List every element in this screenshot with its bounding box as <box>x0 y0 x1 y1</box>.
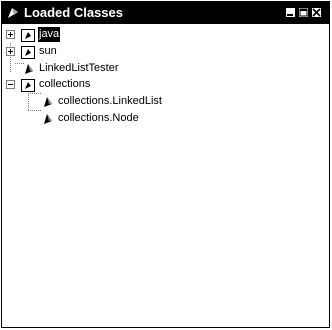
tree-item-label: collections <box>39 78 91 90</box>
tree-item-sun[interactable]: sun <box>2 44 122 61</box>
class-tree[interactable]: java sun LinkedListTester collections co… <box>2 25 329 327</box>
tree-item-collections[interactable]: collections <box>2 77 142 94</box>
package-icon <box>21 79 35 92</box>
minimize-button[interactable] <box>285 7 296 18</box>
tree-item-label: java <box>38 27 61 42</box>
class-icon <box>25 64 33 74</box>
class-tree-icon <box>8 8 18 18</box>
window-title: Loaded Classes <box>24 5 123 20</box>
loaded-classes-window: Loaded Classes java sun LinkedListTester… <box>1 1 330 328</box>
expand-icon[interactable] <box>6 30 15 39</box>
tree-item-collections-linkedlist[interactable]: collections.LinkedList <box>2 94 202 111</box>
maximize-button[interactable] <box>298 7 309 18</box>
expand-icon[interactable] <box>6 47 15 56</box>
tree-item-collections-node[interactable]: collections.Node <box>2 111 202 128</box>
title-bar[interactable]: Loaded Classes <box>2 2 329 24</box>
package-icon <box>21 46 35 59</box>
class-icon <box>44 114 52 124</box>
close-button[interactable] <box>311 7 322 18</box>
class-icon <box>44 97 52 107</box>
maximize-icon <box>299 8 308 17</box>
collapse-icon[interactable] <box>6 80 15 89</box>
tree-item-java[interactable]: java <box>2 27 122 44</box>
close-icon <box>312 8 321 17</box>
tree-item-linkedlisttester[interactable]: LinkedListTester <box>2 61 162 78</box>
minimize-icon <box>287 14 293 16</box>
tree-item-label: LinkedListTester <box>39 62 119 74</box>
tree-item-label: sun <box>39 45 57 57</box>
tree-item-label: collections.Node <box>58 112 139 124</box>
tree-item-label: collections.LinkedList <box>58 95 162 107</box>
package-icon <box>21 29 35 42</box>
